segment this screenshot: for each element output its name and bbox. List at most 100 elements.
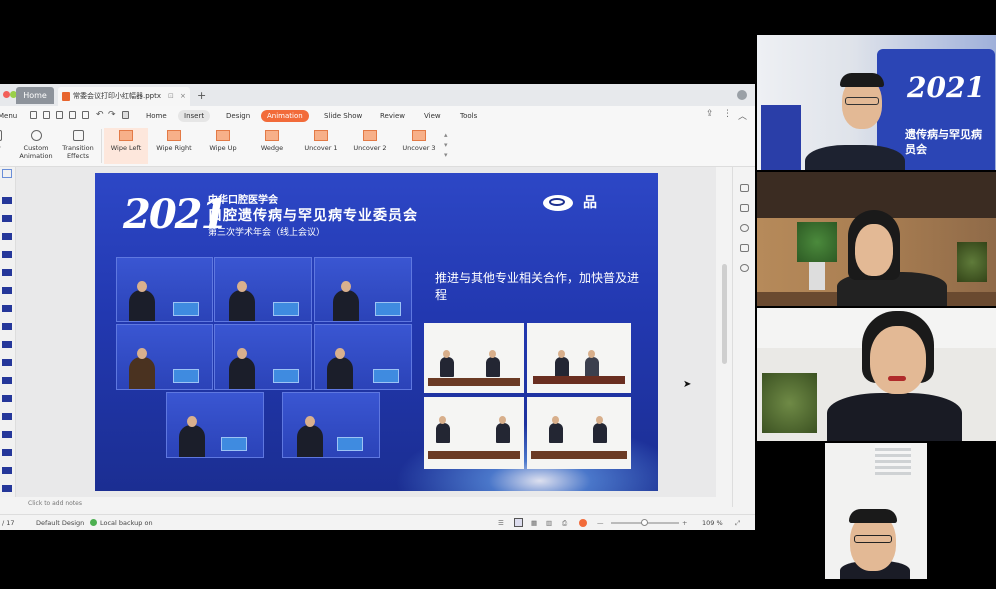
export-icon[interactable] [69,111,76,119]
menu-slide-show[interactable]: Slide Show [318,110,368,122]
sync-icon[interactable]: ⊡ [168,87,174,106]
glasses-icon [854,535,892,543]
format-painter-icon[interactable] [82,111,89,119]
slide-thumbnail[interactable] [2,341,12,348]
wedge-icon [265,130,279,141]
effect-wedge[interactable]: Wedge [250,128,294,164]
zoom-slider-thumb[interactable] [640,519,648,526]
more-options-icon[interactable]: ⋮ [723,109,732,119]
uncover-icon [412,130,426,141]
clock-icon[interactable] [740,264,749,272]
pin-icon[interactable] [740,224,749,232]
normal-view-icon[interactable] [514,518,523,527]
thumbnail-toggle-icon[interactable] [2,169,12,178]
more-icon[interactable] [122,111,129,119]
slide-thumbnail[interactable] [2,413,12,420]
zoom-in-icon[interactable]: + [682,515,687,530]
user-avatar[interactable] [737,90,747,100]
participant-4-video[interactable] [825,443,927,579]
slide-thumbnail[interactable] [2,269,12,276]
menu-animation[interactable]: Animation [261,110,309,122]
notes-pane[interactable]: Click to add notes [16,497,732,511]
collapse-ribbon-icon[interactable]: ︿ [738,109,747,122]
slide-thumbnail[interactable] [2,431,12,438]
shared-screen-window: Home 常委会议打印小红幅器.pptx ⊡ × + Menu ↶ ↷ Home… [0,84,755,530]
effects-scroll-icon[interactable]: ▴ ▾ ▾ [444,130,448,160]
page-indicator: / 17 [2,519,15,527]
participant-1-video[interactable]: 2021 遗传病与罕见病 员会 [757,35,996,170]
slide-thumbnail[interactable] [2,377,12,384]
menu-bar: Menu ↶ ↷ Home Insert Design Animation Sl… [0,106,755,126]
slide-thumbnail[interactable] [2,485,12,492]
redo-icon[interactable]: ↷ [108,110,116,120]
effect-uncover-3[interactable]: Uncover 3 [397,128,441,164]
menu-home[interactable]: Home [140,110,173,122]
slide-thumbnail[interactable] [2,287,12,294]
menu-review[interactable]: Review [374,110,411,122]
slide-thumbnail[interactable] [2,323,12,330]
transition-icon [72,130,84,141]
slide-thumbnail[interactable] [2,467,12,474]
share-icon[interactable]: ⇪ [706,109,714,119]
menu-view[interactable]: View [418,110,447,122]
new-tab-button[interactable]: + [197,87,206,104]
effect-wipe-up[interactable]: Wipe Up [201,128,245,164]
event-photo [527,397,631,469]
window-dot-icon[interactable] [3,91,10,98]
effect-wipe-right[interactable]: Wipe Right [152,128,196,164]
zoom-out-icon[interactable]: — [597,515,604,530]
effect-uncover-2[interactable]: Uncover 2 [348,128,392,164]
slide-thumbnail[interactable] [2,215,12,222]
notes-toggle-icon[interactable]: ☰ [498,515,504,530]
tab-file[interactable]: 常委会议打印小红幅器.pptx ⊡ × [58,87,190,106]
property-icon[interactable] [740,184,749,192]
ribbon-divider [101,129,102,163]
slide-thumbnail[interactable] [2,251,12,258]
custom-animation-button[interactable]: Custom Animation [14,128,58,164]
current-slide[interactable]: 2021 中华口腔医学会 口腔遗传病与罕见病专业委员会 第三次学术年会（线上会议… [95,173,658,491]
fit-window-icon[interactable]: ⤢ [735,515,740,530]
play-slideshow-icon[interactable] [579,519,587,527]
reading-view-icon[interactable]: ▥ [546,515,552,530]
menu-button[interactable]: Menu [0,110,23,122]
slide-thumbnail[interactable] [2,305,12,312]
print-icon[interactable] [56,111,63,119]
adjust-icon[interactable] [740,244,749,252]
new-file-icon[interactable] [30,111,37,119]
zoom-level[interactable]: 109 % [702,515,723,530]
meeting-photo [116,257,213,322]
meeting-photo [116,324,213,390]
transition-effects-button[interactable]: Transition Effects [56,128,100,164]
slide-thumbnail[interactable] [2,359,12,366]
vertical-scrollbar[interactable] [722,264,727,364]
menu-insert[interactable]: Insert [178,110,211,122]
tab-bar: Home 常委会议打印小红幅器.pptx ⊡ × + [0,84,755,106]
presenter-icon[interactable]: ⎙ [562,515,567,530]
slide-thumbnail[interactable] [2,449,12,456]
pptx-file-icon [62,92,70,101]
effect-wipe-left[interactable]: Wipe Left [104,128,148,164]
preview-icon [0,130,2,141]
layers-icon[interactable] [740,204,749,212]
close-tab-icon[interactable]: × [180,87,186,106]
menu-tools[interactable]: Tools [454,110,483,122]
menu-design[interactable]: Design [220,110,256,122]
preview-effect-button[interactable]: ew [0,128,14,164]
wipe-right-icon [167,130,181,141]
effect-uncover-1[interactable]: Uncover 1 [299,128,343,164]
plant [797,222,837,262]
slide-thumbnail[interactable] [2,197,12,204]
participant-3-video[interactable] [757,308,996,441]
tab-home[interactable]: Home [16,87,54,104]
backdrop-rollup [761,105,801,170]
slide-thumbnail[interactable] [2,395,12,402]
save-icon[interactable] [43,111,50,119]
participant-2-video[interactable] [757,172,996,306]
star-icon [30,130,42,141]
slide-sorter-icon[interactable]: ▦ [531,515,537,530]
event-photo [424,323,524,393]
backup-status[interactable]: Local backup on [100,515,153,530]
slide-thumbnail[interactable] [2,233,12,240]
mouse-cursor-icon: ➤ [683,379,692,390]
undo-icon[interactable]: ↶ [96,110,104,120]
